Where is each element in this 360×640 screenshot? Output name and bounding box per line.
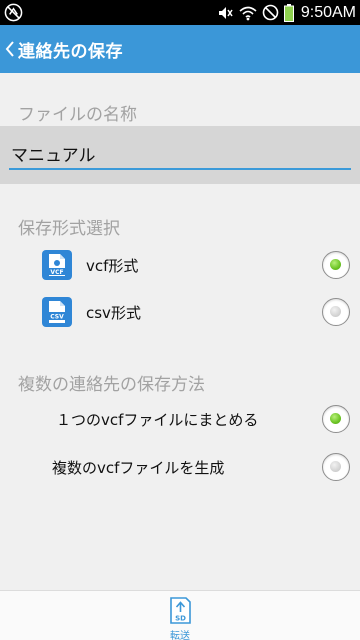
vcf-file-icon: VCF bbox=[42, 250, 72, 280]
sd-upload-icon: SD bbox=[170, 597, 191, 624]
page-title: 連絡先の保存 bbox=[18, 41, 123, 62]
format-header: 保存形式選択 bbox=[18, 219, 120, 239]
multi-option-label: １つのvcfファイルにまとめる bbox=[56, 411, 259, 429]
file-name-header: ファイルの名称 bbox=[18, 105, 137, 125]
svg-text:CSV: CSV bbox=[50, 314, 64, 321]
multi-option-single-file[interactable]: １つのvcfファイルにまとめる bbox=[0, 396, 360, 442]
chevron-left-icon bbox=[5, 41, 14, 57]
format-option-csv[interactable]: CSV csv形式 bbox=[0, 289, 360, 335]
format-option-label: vcf形式 bbox=[86, 257, 139, 275]
svg-text:VCF: VCF bbox=[50, 269, 63, 276]
radio-button[interactable] bbox=[322, 251, 350, 279]
status-bar: 9:50AM bbox=[0, 0, 360, 25]
clock: 9:50AM bbox=[300, 3, 356, 21]
format-option-vcf[interactable]: VCF vcf形式 bbox=[0, 242, 360, 288]
format-option-label: csv形式 bbox=[86, 304, 141, 322]
action-bar: 連絡先の保存 bbox=[0, 25, 360, 73]
transfer-label: 転送 bbox=[170, 631, 190, 640]
usb-debug-icon bbox=[4, 3, 23, 22]
radio-button[interactable] bbox=[322, 453, 350, 481]
multi-save-header: 複数の連絡先の保存方法 bbox=[18, 375, 205, 395]
transfer-button[interactable]: SD 転送 bbox=[160, 595, 200, 640]
multi-option-multiple-files[interactable]: 複数のvcfファイルを生成 bbox=[0, 444, 360, 490]
csv-file-icon: CSV bbox=[42, 297, 72, 327]
radio-button[interactable] bbox=[322, 298, 350, 326]
back-button[interactable] bbox=[2, 25, 18, 73]
mute-icon bbox=[218, 6, 233, 19]
multi-option-label: 複数のvcfファイルを生成 bbox=[52, 459, 225, 477]
svg-text:SD: SD bbox=[175, 615, 186, 623]
wifi-icon bbox=[239, 6, 257, 20]
bottom-bar: SD 転送 bbox=[0, 590, 360, 640]
battery-icon bbox=[283, 3, 294, 22]
do-not-disturb-icon bbox=[262, 4, 279, 21]
file-name-input[interactable] bbox=[9, 140, 351, 170]
radio-button[interactable] bbox=[322, 405, 350, 433]
